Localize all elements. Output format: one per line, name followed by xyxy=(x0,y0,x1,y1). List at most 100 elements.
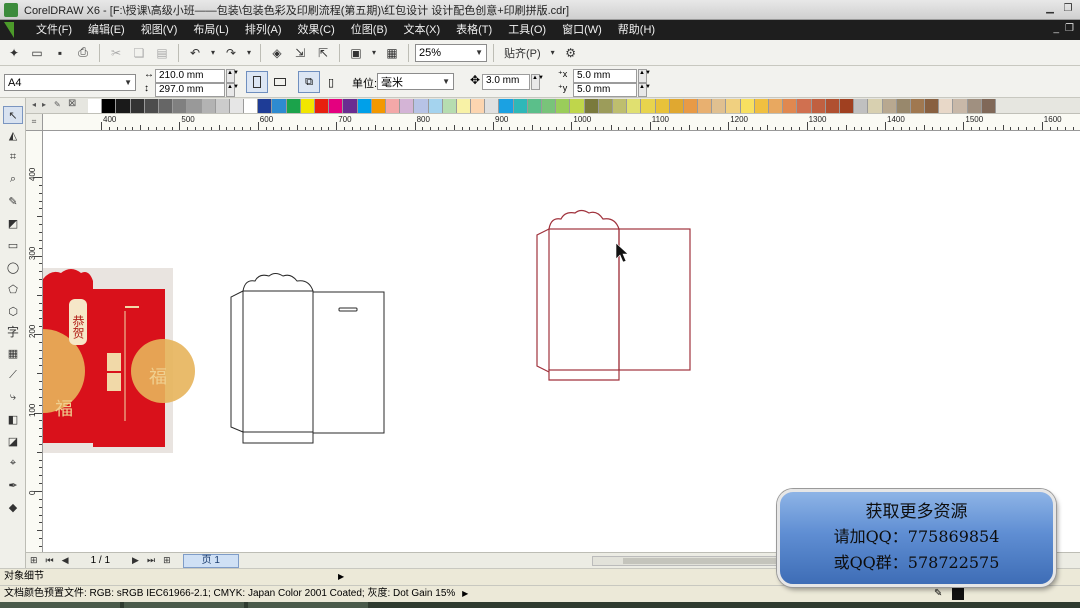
color-swatch[interactable] xyxy=(471,99,486,113)
menu-item[interactable]: 效果(C) xyxy=(290,20,343,40)
color-swatch[interactable] xyxy=(925,99,940,113)
smart-fill-tool-icon[interactable]: ◩ xyxy=(3,214,23,232)
page-height-spinner[interactable]: ▲▼ xyxy=(226,83,239,97)
color-swatch[interactable] xyxy=(329,99,344,113)
color-swatch[interactable] xyxy=(854,99,869,113)
color-swatch[interactable] xyxy=(698,99,713,113)
fill-color-indicator[interactable] xyxy=(952,588,964,600)
undo-dropdown-icon[interactable]: ▾ xyxy=(208,43,218,63)
color-swatch[interactable] xyxy=(244,99,259,113)
color-swatch[interactable] xyxy=(116,99,131,113)
print-icon[interactable]: ⎙ xyxy=(73,43,93,63)
color-swatch[interactable] xyxy=(712,99,727,113)
blend-tool-icon[interactable]: ◧ xyxy=(3,410,23,428)
welcome-screen-icon[interactable]: ▦ xyxy=(382,43,402,63)
color-swatch[interactable] xyxy=(272,99,287,113)
pick-tool-icon[interactable]: ↖ xyxy=(3,106,23,124)
menu-item[interactable]: 布局(L) xyxy=(185,20,236,40)
color-swatch[interactable] xyxy=(825,99,840,113)
color-swatch[interactable] xyxy=(953,99,968,113)
rectangle-tool-icon[interactable]: ▭ xyxy=(3,236,23,254)
color-swatch[interactable] xyxy=(315,99,330,113)
color-swatch[interactable] xyxy=(102,99,117,113)
color-swatch[interactable] xyxy=(385,99,401,113)
page-tab-1[interactable]: 页 1 xyxy=(182,553,239,568)
color-profile-text[interactable]: 文档颜色预置文件: RGB: sRGB IEC61966-2.1; CMYK: … xyxy=(4,588,455,599)
dimension-tool-icon[interactable]: ⟋ xyxy=(3,366,23,384)
color-swatch[interactable] xyxy=(939,99,954,113)
nudge-distance-field[interactable]: 3.0 mm xyxy=(482,74,530,90)
transparency-tool-icon[interactable]: ◪ xyxy=(3,432,23,450)
color-swatch[interactable] xyxy=(428,99,443,113)
add-page-after-icon[interactable]: ⊞ xyxy=(163,555,171,566)
expand-details-icon[interactable]: ▶ xyxy=(338,569,344,585)
palette-scroll-left-icon[interactable]: ◂ xyxy=(32,100,36,109)
menu-item[interactable]: 位图(B) xyxy=(343,20,396,40)
color-swatch[interactable] xyxy=(215,99,230,113)
color-swatch[interactable] xyxy=(300,99,315,113)
snap-dropdown-icon[interactable]: ▾ xyxy=(548,43,558,63)
duplicate-x-field[interactable]: 5.0 mm xyxy=(573,69,637,83)
page-width-spinner[interactable]: ▲▼ xyxy=(226,69,239,83)
color-swatch[interactable] xyxy=(556,99,571,113)
horizontal-ruler[interactable]: 400 500 600 700 800 900 1000 1100 1200 1300 1400 15… xyxy=(43,114,1080,131)
previous-page-icon[interactable]: ◀ xyxy=(62,555,69,566)
color-swatch[interactable] xyxy=(740,99,755,113)
palette-menu-icon[interactable]: ▸ xyxy=(42,100,46,109)
search-content-icon[interactable]: ◈ xyxy=(267,43,287,63)
color-swatch[interactable] xyxy=(641,99,656,113)
cut-icon[interactable]: ✂ xyxy=(106,43,126,63)
envelope-dieline-selected[interactable] xyxy=(536,209,691,381)
basic-shapes-tool-icon[interactable]: ⬡ xyxy=(3,302,23,320)
menu-item[interactable]: 编辑(E) xyxy=(80,20,133,40)
table-tool-icon[interactable]: ▦ xyxy=(3,344,23,362)
taskbar-item[interactable] xyxy=(0,602,120,608)
add-page-before-icon[interactable]: ⊞ xyxy=(30,555,38,566)
color-swatch[interactable] xyxy=(570,99,585,113)
redo-dropdown-icon[interactable]: ▾ xyxy=(244,43,254,63)
color-swatch[interactable] xyxy=(88,99,103,113)
vertical-ruler[interactable]: 400 300 200 100 0 xyxy=(26,131,43,552)
paper-size-select[interactable]: A4 ▼ xyxy=(4,74,136,91)
menu-item[interactable]: 文本(X) xyxy=(395,20,448,40)
no-color-swatch[interactable]: ⊠ xyxy=(68,98,76,109)
color-swatch[interactable] xyxy=(981,99,996,113)
duplicate-y-field[interactable]: 5.0 mm xyxy=(573,83,637,97)
nudge-spinner[interactable]: ▲▼ xyxy=(531,74,544,90)
color-swatch[interactable] xyxy=(967,99,982,113)
save-icon[interactable]: ▪ xyxy=(50,43,70,63)
color-swatch[interactable] xyxy=(683,99,699,113)
current-page-button[interactable]: ▯ xyxy=(320,71,342,93)
maximize-icon[interactable]: ❐ xyxy=(1060,2,1076,16)
redo-icon[interactable]: ↷ xyxy=(221,43,241,63)
menu-item[interactable]: 工具(O) xyxy=(500,20,554,40)
connector-tool-icon[interactable]: ⤷ xyxy=(3,388,23,406)
color-swatch[interactable] xyxy=(456,99,472,113)
fill-tool-icon[interactable]: ◆ xyxy=(3,498,23,516)
color-swatch[interactable] xyxy=(612,99,628,113)
ruler-origin[interactable]: ⌗ xyxy=(26,114,43,131)
taskbar-item[interactable] xyxy=(124,602,244,608)
color-swatch[interactable] xyxy=(726,99,741,113)
zoom-level-select[interactable]: 25% ▼ xyxy=(415,43,487,62)
import-icon[interactable]: ⇲ xyxy=(290,43,310,63)
color-swatch[interactable] xyxy=(258,99,273,113)
taskbar-item[interactable] xyxy=(248,602,368,608)
menu-item[interactable]: 文件(F) xyxy=(28,20,80,40)
color-swatch[interactable] xyxy=(783,99,798,113)
menu-item[interactable]: 排列(A) xyxy=(237,20,290,40)
color-swatch[interactable] xyxy=(485,99,500,113)
color-swatch[interactable] xyxy=(910,99,926,113)
color-swatch[interactable] xyxy=(201,99,216,113)
scrollbar-thumb[interactable] xyxy=(623,558,783,564)
color-swatch[interactable] xyxy=(144,99,159,113)
color-swatch[interactable] xyxy=(896,99,911,113)
snap-to-button[interactable]: 贴齐(P) xyxy=(500,43,545,63)
outline-pen-tool-icon[interactable]: ✒ xyxy=(3,476,23,494)
new-document-icon[interactable]: ✦ xyxy=(4,43,24,63)
color-swatch[interactable] xyxy=(598,99,613,113)
first-page-icon[interactable]: ⏮ xyxy=(46,555,54,566)
color-swatch[interactable] xyxy=(769,99,784,113)
open-folder-icon[interactable]: ▭ xyxy=(27,43,47,63)
zoom-tool-icon[interactable]: ⌕ xyxy=(3,170,23,188)
